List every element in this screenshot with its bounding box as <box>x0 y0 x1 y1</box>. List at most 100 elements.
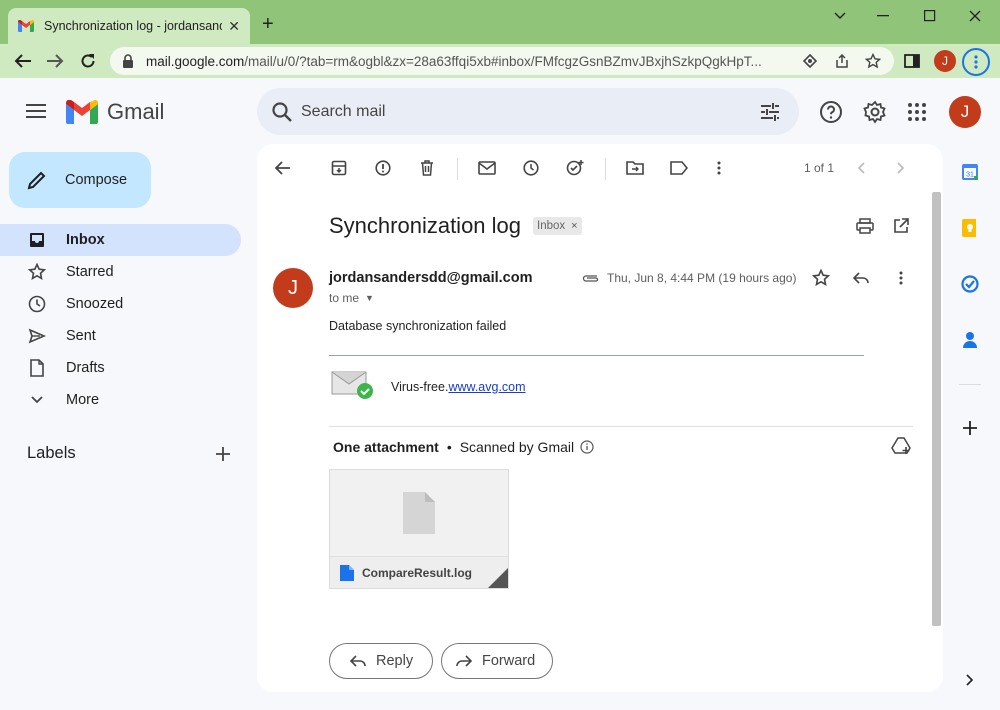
add-label-icon[interactable] <box>213 444 233 464</box>
more-options-icon[interactable] <box>709 158 729 178</box>
pencil-icon <box>27 171 46 190</box>
add-task-icon[interactable] <box>565 158 585 178</box>
main-menu-icon[interactable] <box>26 102 46 120</box>
add-to-drive-icon[interactable] <box>891 436 911 456</box>
sidebar-item-inbox[interactable]: Inbox <box>0 224 241 256</box>
minimize-icon[interactable] <box>868 6 898 26</box>
toolbar-divider <box>605 158 606 180</box>
forward-arrow-icon[interactable] <box>44 51 66 71</box>
get-addons-plus-icon[interactable] <box>960 418 980 438</box>
open-new-window-icon[interactable] <box>891 216 911 236</box>
calendar-icon[interactable]: 31 <box>960 162 980 182</box>
close-window-icon[interactable] <box>960 6 990 26</box>
newer-chevron-left-icon[interactable] <box>851 158 871 178</box>
back-to-inbox-icon[interactable] <box>273 158 293 178</box>
reload-icon[interactable] <box>77 51 99 71</box>
forward-button[interactable]: Forward <box>441 643 553 679</box>
date-group: Thu, Jun 8, 4:44 PM (19 hours ago) <box>581 271 796 285</box>
star-icon <box>28 263 46 281</box>
delete-icon[interactable] <box>417 158 437 178</box>
message-subject: Synchronization log <box>329 213 522 238</box>
lock-icon <box>123 54 133 68</box>
apps-grid-icon[interactable] <box>905 100 929 124</box>
browser-menu-icon[interactable] <box>962 48 990 76</box>
move-to-folder-icon[interactable] <box>625 158 645 178</box>
browser-tab[interactable]: Synchronization log - jordansanders ✕ <box>8 8 250 44</box>
avg-link[interactable]: www.avg.com <box>448 380 525 394</box>
inbox-label-chip[interactable]: Inbox × <box>533 217 582 235</box>
share-icon[interactable] <box>834 53 850 69</box>
info-icon[interactable] <box>580 440 594 454</box>
sidebar-item-label: Drafts <box>66 360 105 376</box>
browser-toolbar: mail.google.com/mail/u/0/?tab=rm&ogbl&zx… <box>0 44 1000 78</box>
contacts-icon[interactable] <box>960 330 980 350</box>
tracking-protection-icon[interactable] <box>802 53 818 69</box>
compose-button[interactable]: Compose <box>9 152 151 208</box>
forward-label: Forward <box>482 653 536 669</box>
gmail-wordmark[interactable]: Gmail <box>107 99 164 125</box>
attachment-card[interactable]: CompareResult.log <box>329 469 509 589</box>
sidebar-item-label: More <box>66 392 100 408</box>
attachment-preview <box>330 470 508 556</box>
side-panel-icon[interactable] <box>903 52 921 70</box>
reply-arrow-icon[interactable] <box>851 268 871 288</box>
address-bar[interactable]: mail.google.com/mail/u/0/?tab=rm&ogbl&zx… <box>110 47 894 75</box>
message-scrollbar[interactable] <box>932 192 941 626</box>
sender-avatar[interactable]: J <box>273 268 313 308</box>
attachment-filename: CompareResult.log <box>362 565 473 580</box>
account-avatar[interactable]: J <box>949 96 981 128</box>
snooze-clock-icon[interactable] <box>521 158 541 178</box>
compose-label: Compose <box>65 172 128 188</box>
report-spam-icon[interactable] <box>373 158 393 178</box>
sidebar-item-snoozed[interactable]: Snoozed <box>0 288 241 320</box>
settings-gear-icon[interactable] <box>863 100 887 124</box>
chevron-down-icon[interactable] <box>825 6 855 26</box>
message-body: Database synchronization failed <box>329 319 507 333</box>
recipient-details[interactable]: to me ▼ <box>329 291 374 305</box>
search-input[interactable] <box>301 101 721 123</box>
remove-label-icon[interactable]: × <box>571 220 577 232</box>
virus-free-text: Virus-free. <box>391 380 449 394</box>
browser-title-bar: Synchronization log - jordansanders ✕ + <box>0 0 1000 44</box>
sidebar-item-label: Sent <box>66 328 96 344</box>
message-panel: 1 of 1 Synchronization log Inbox × J jord… <box>257 144 943 692</box>
message-more-icon[interactable] <box>891 268 911 288</box>
attachment-count: One attachment <box>333 439 439 455</box>
reply-button[interactable]: Reply <box>329 643 433 679</box>
print-icon[interactable] <box>855 216 875 236</box>
bookmark-star-icon[interactable] <box>865 53 881 69</box>
sidebar-item-sent[interactable]: Sent <box>0 320 241 352</box>
help-icon[interactable] <box>819 100 843 124</box>
maximize-icon[interactable] <box>915 6 945 26</box>
inbox-icon <box>28 231 46 249</box>
sidebar-item-more[interactable]: More <box>0 384 241 416</box>
older-chevron-right-icon[interactable] <box>891 158 911 178</box>
doc-file-icon <box>340 564 354 581</box>
browser-profile-avatar[interactable]: J <box>934 50 956 72</box>
gmail-logo-icon[interactable] <box>66 100 98 124</box>
paperclip-icon <box>582 275 599 282</box>
mark-unread-icon[interactable] <box>477 158 497 178</box>
search-bar <box>257 88 799 135</box>
sidebar-item-drafts[interactable]: Drafts <box>0 352 241 384</box>
tasks-icon[interactable] <box>960 274 980 294</box>
back-arrow-icon[interactable] <box>12 51 34 71</box>
sender-email[interactable]: jordansandersdd@gmail.com <box>329 270 533 286</box>
star-message-icon[interactable] <box>811 268 831 288</box>
show-side-panel-chevron-icon[interactable] <box>960 670 980 690</box>
page-fold <box>488 568 508 588</box>
keep-icon[interactable] <box>960 218 980 238</box>
label-chip-text: Inbox <box>537 220 566 232</box>
caret-down-icon[interactable]: ▼ <box>365 293 374 303</box>
new-tab-icon[interactable]: + <box>262 14 274 34</box>
sidebar-item-starred[interactable]: Starred <box>0 256 241 288</box>
toolbar-divider <box>457 158 458 180</box>
label-tag-icon[interactable] <box>669 158 689 178</box>
message-count: 1 of 1 <box>804 161 835 175</box>
avg-envelope-check-icon <box>331 371 373 399</box>
reply-icon <box>350 655 366 667</box>
tab-close-icon[interactable]: ✕ <box>228 18 240 34</box>
archive-icon[interactable] <box>329 158 349 178</box>
search-icon[interactable] <box>271 101 293 123</box>
search-options-icon[interactable] <box>759 101 781 123</box>
